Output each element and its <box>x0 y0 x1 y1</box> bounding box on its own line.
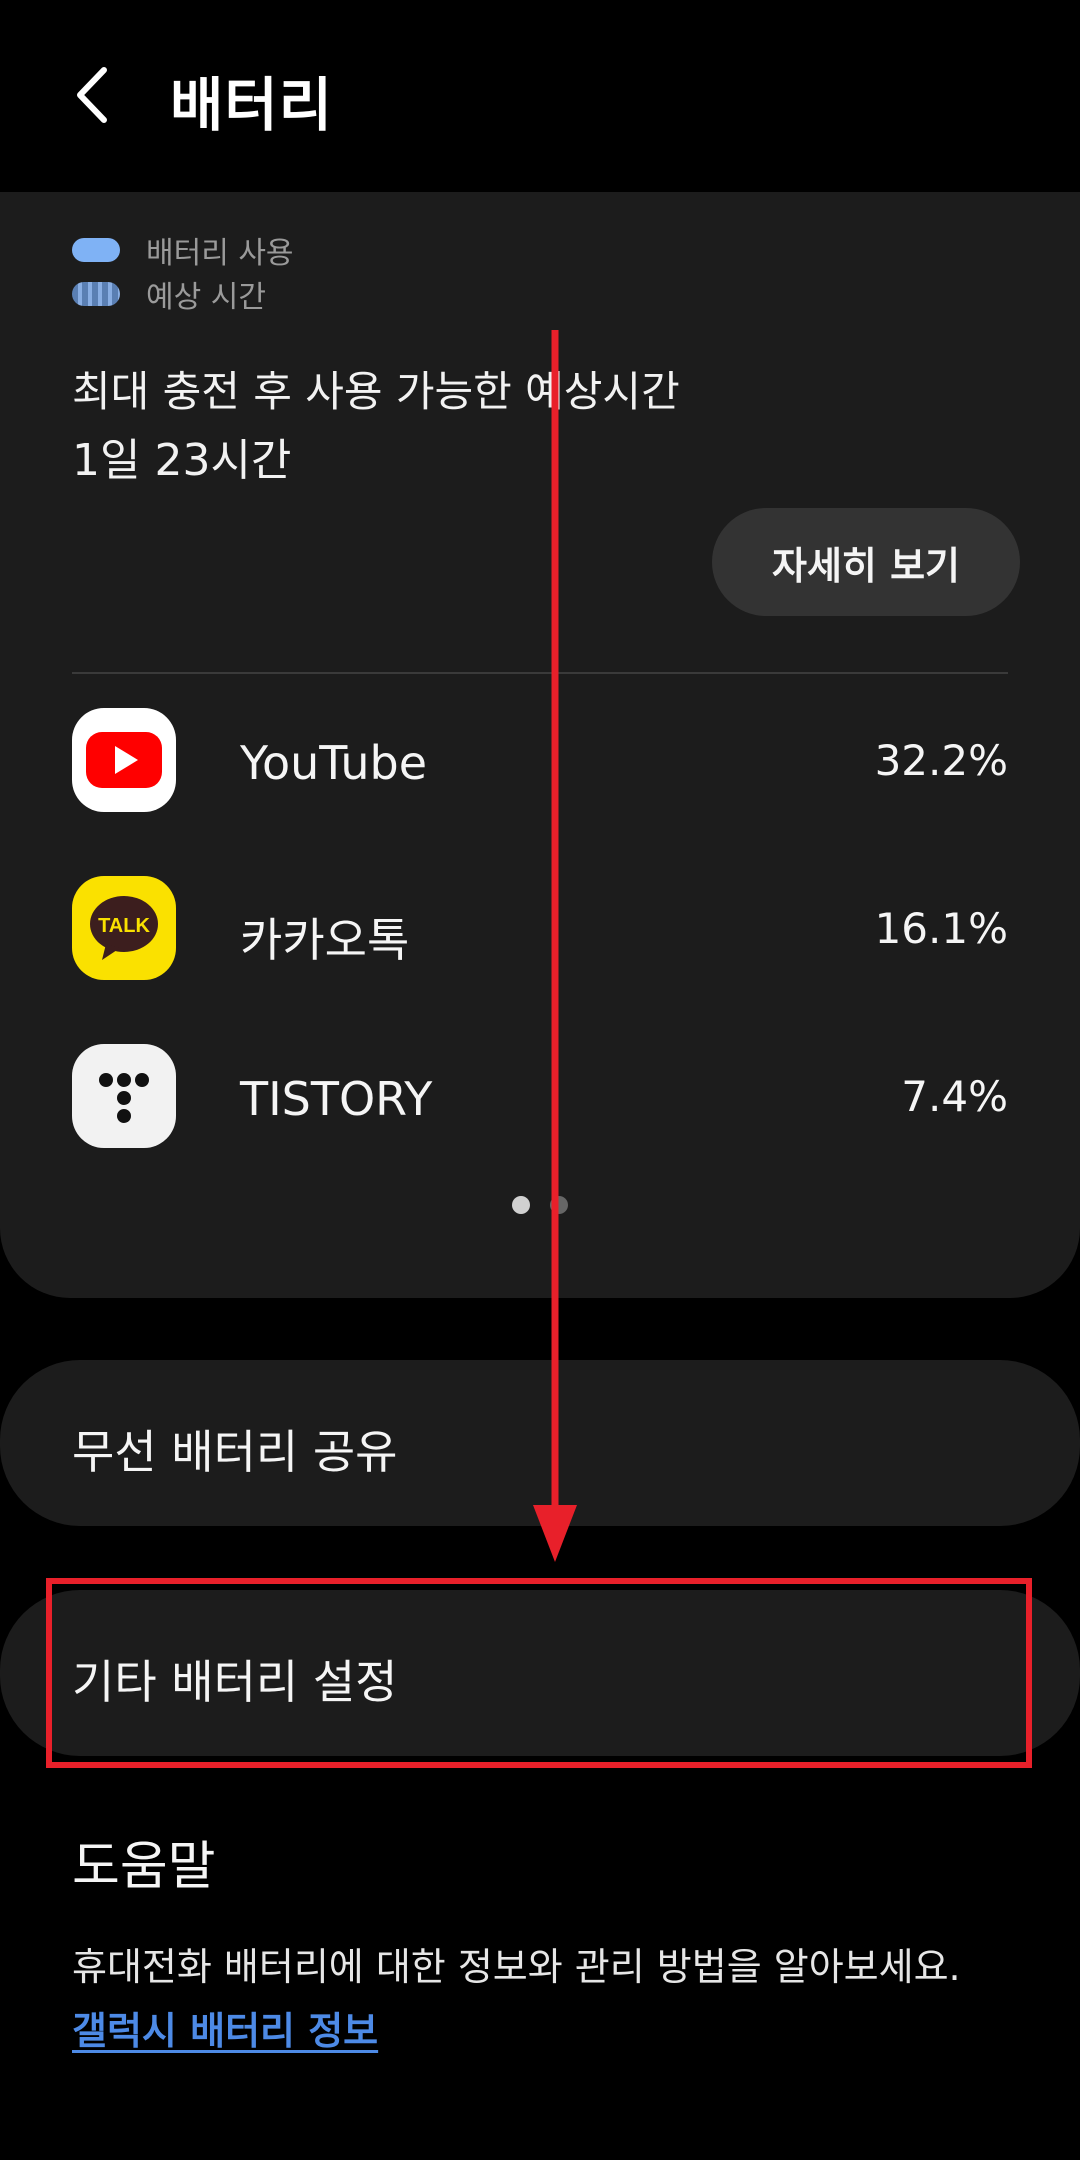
help-title: 도움말 <box>72 1837 216 1897</box>
app-name: YouTube <box>240 736 428 790</box>
annotation-arrow-down-icon <box>533 330 577 1562</box>
galaxy-battery-info-link[interactable]: 갤럭시 배터리 정보 <box>72 2000 378 2055</box>
estimate-value: 1일 23시간 <box>72 435 292 486</box>
help-description: 휴대전화 배터리에 대한 정보와 관리 방법을 알아보세요. <box>72 1945 961 1989</box>
estimate-label: 최대 충전 후 사용 가능한 예상시간 <box>72 367 680 416</box>
page-dot-active[interactable] <box>512 1196 530 1214</box>
youtube-icon <box>72 708 176 812</box>
setting-label: 무선 배터리 공유 <box>72 1425 398 1479</box>
app-bar: 배터리 <box>0 0 1080 192</box>
legend-swatch-estimate <box>72 282 120 306</box>
chevron-left-icon <box>77 67 107 123</box>
legend-swatch-usage <box>72 238 120 262</box>
app-percent: 7.4% <box>901 1072 1008 1121</box>
kakaotalk-icon: TALK <box>72 876 176 980</box>
kakaotalk-icon-text: TALK <box>98 915 150 937</box>
legend-item-usage: 배터리 사용 <box>72 228 294 272</box>
tistory-icon <box>72 1044 176 1148</box>
legend-label: 배터리 사용 <box>146 236 294 271</box>
legend-item-estimate: 예상 시간 <box>72 272 266 316</box>
battery-screen: 배터리 배터리 사용 예상 시간 최대 충전 후 사용 가능한 예상시간 1일 … <box>0 0 1080 2160</box>
app-percent: 32.2% <box>874 736 1008 785</box>
app-name: 카카오톡 <box>240 913 410 967</box>
annotation-highlight-box <box>46 1578 1032 1768</box>
page-title: 배터리 <box>170 71 334 139</box>
app-percent: 16.1% <box>874 904 1008 953</box>
view-details-button[interactable]: 자세히 보기 <box>712 508 1020 616</box>
legend-label: 예상 시간 <box>146 280 266 315</box>
back-button[interactable] <box>60 60 130 130</box>
app-name: TISTORY <box>240 1072 433 1126</box>
